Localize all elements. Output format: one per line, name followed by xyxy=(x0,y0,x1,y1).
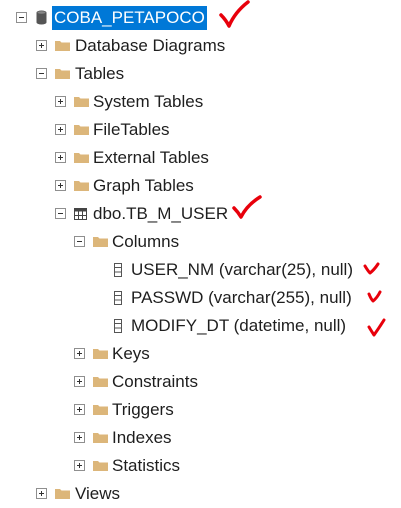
folder-icon xyxy=(55,488,70,499)
tree-node-graph-tables[interactable]: Graph Tables xyxy=(0,172,401,200)
tree-node-external-tables[interactable]: External Tables xyxy=(0,144,401,172)
expand-toggle[interactable] xyxy=(36,488,47,499)
tree-node-constraints[interactable]: Constraints xyxy=(0,368,401,396)
collapse-toggle[interactable] xyxy=(16,12,27,23)
expand-toggle[interactable] xyxy=(74,376,85,387)
tree-node-label[interactable]: Database Diagrams xyxy=(75,32,225,60)
tree-node-system-tables[interactable]: System Tables xyxy=(0,88,401,116)
tree-node-label[interactable]: Columns xyxy=(112,228,179,256)
check-mark-icon xyxy=(367,318,386,337)
tree-node-label[interactable]: Triggers xyxy=(112,396,174,424)
tree-node-views[interactable]: Views xyxy=(0,480,401,508)
tree-node-label[interactable]: Graph Tables xyxy=(93,172,194,200)
database-label[interactable]: COBA_PETAPOCO xyxy=(52,6,207,30)
column-icon xyxy=(114,291,122,305)
folder-icon xyxy=(93,404,108,415)
tree-node-label[interactable]: FileTables xyxy=(93,116,170,144)
expand-toggle[interactable] xyxy=(55,152,66,163)
tree-node-column[interactable]: PASSWD (varchar(255), null) xyxy=(0,284,401,312)
tree-node-label[interactable]: Constraints xyxy=(112,368,198,396)
database-icon xyxy=(36,10,47,25)
tree-node-column[interactable]: MODIFY_DT (datetime, null) xyxy=(0,312,401,340)
expand-toggle[interactable] xyxy=(74,348,85,359)
tree-node-label[interactable]: Views xyxy=(75,480,120,508)
folder-icon xyxy=(74,180,89,191)
folder-icon xyxy=(93,236,108,247)
tree-node-tables[interactable]: Tables xyxy=(0,60,401,88)
tree-node-keys[interactable]: Keys xyxy=(0,340,401,368)
table-icon xyxy=(74,208,87,220)
expand-toggle[interactable] xyxy=(74,432,85,443)
folder-icon xyxy=(74,152,89,163)
expand-toggle[interactable] xyxy=(55,96,66,107)
tree-node-filetables[interactable]: FileTables xyxy=(0,116,401,144)
tree-node-database[interactable]: COBA_PETAPOCO xyxy=(0,4,401,32)
tree-node-table[interactable]: dbo.TB_M_USER xyxy=(0,200,401,228)
expand-toggle[interactable] xyxy=(74,460,85,471)
tree-node-label[interactable]: External Tables xyxy=(93,144,209,172)
folder-icon xyxy=(93,376,108,387)
check-mark-icon xyxy=(219,0,250,28)
check-mark-icon xyxy=(232,195,262,219)
tree-node-label[interactable]: dbo.TB_M_USER xyxy=(93,200,228,228)
tree-node-column[interactable]: USER_NM (varchar(25), null) xyxy=(0,256,401,284)
tree-node-database-diagrams[interactable]: Database Diagrams xyxy=(0,32,401,60)
tree-node-label[interactable]: System Tables xyxy=(93,88,203,116)
folder-icon xyxy=(74,124,89,135)
tree-node-columns[interactable]: Columns xyxy=(0,228,401,256)
column-label[interactable]: USER_NM (varchar(25), null) xyxy=(131,256,353,284)
collapse-toggle[interactable] xyxy=(36,68,47,79)
expand-toggle[interactable] xyxy=(36,40,47,51)
folder-icon xyxy=(93,460,108,471)
tree-node-label[interactable]: Indexes xyxy=(112,424,172,452)
folder-icon xyxy=(93,432,108,443)
column-label[interactable]: MODIFY_DT (datetime, null) xyxy=(131,312,346,340)
tree-node-statistics[interactable]: Statistics xyxy=(0,452,401,480)
tree-node-triggers[interactable]: Triggers xyxy=(0,396,401,424)
column-icon xyxy=(114,263,122,277)
folder-icon xyxy=(55,40,70,51)
tree-node-label[interactable]: Keys xyxy=(112,340,150,368)
check-mark-icon xyxy=(363,262,380,275)
folder-icon xyxy=(55,68,70,79)
collapse-toggle[interactable] xyxy=(74,236,85,247)
tree-node-indexes[interactable]: Indexes xyxy=(0,424,401,452)
expand-toggle[interactable] xyxy=(74,404,85,415)
check-mark-icon xyxy=(367,290,382,303)
column-label[interactable]: PASSWD (varchar(255), null) xyxy=(131,284,352,312)
folder-icon xyxy=(93,348,108,359)
tree-node-label[interactable]: Tables xyxy=(75,60,124,88)
folder-icon xyxy=(74,96,89,107)
tree-node-label[interactable]: Statistics xyxy=(112,452,180,480)
object-explorer-tree: COBA_PETAPOCO Database Diagrams Tables S… xyxy=(0,0,401,503)
column-icon xyxy=(114,319,122,333)
expand-toggle[interactable] xyxy=(55,124,66,135)
collapse-toggle[interactable] xyxy=(55,208,66,219)
expand-toggle[interactable] xyxy=(55,180,66,191)
